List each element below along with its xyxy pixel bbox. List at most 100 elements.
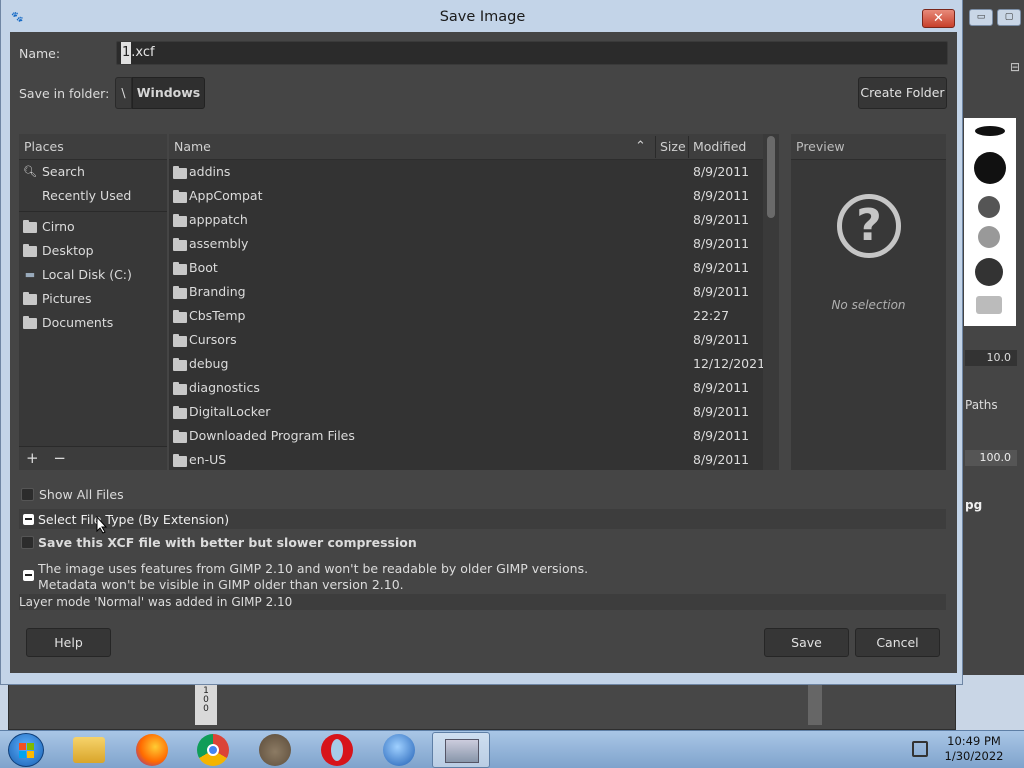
place-cirno[interactable]: Cirno	[19, 215, 167, 239]
collapse-icon[interactable]: ⊟	[1010, 60, 1020, 74]
place-search[interactable]: 🔍︎ Search	[19, 160, 167, 184]
brush-preview[interactable]	[978, 226, 1000, 248]
create-folder-button[interactable]: Create Folder	[858, 77, 947, 109]
file-name: debug	[189, 356, 229, 371]
place-desktop[interactable]: Desktop	[19, 239, 167, 263]
file-modified: 8/9/2011	[693, 164, 750, 179]
file-list-scrollbar[interactable]	[763, 134, 779, 470]
show-all-files-checkbox[interactable]	[21, 488, 34, 501]
file-row[interactable]: debug 12/12/2021	[169, 352, 765, 376]
file-modified: 8/9/2011	[693, 380, 750, 395]
file-name: CbsTemp	[189, 308, 246, 323]
maximize-icon[interactable]: ▢	[997, 9, 1021, 26]
tab-paths[interactable]: Paths	[965, 398, 998, 412]
chrome-icon[interactable]	[197, 734, 229, 766]
file-row[interactable]: AppCompat 8/9/2011	[169, 184, 763, 208]
file-row[interactable]: Cursors 8/9/2011	[169, 328, 763, 352]
compression-checkbox[interactable]	[21, 536, 34, 549]
vertical-ruler: 1 0 0	[195, 681, 217, 725]
dialog-title: Save Image	[439, 9, 526, 25]
file-name: AppCompat	[189, 188, 263, 203]
question-icon: ?	[837, 194, 901, 258]
file-row[interactable]: assembly 8/9/2011	[169, 232, 763, 256]
folder-icon	[173, 382, 187, 395]
file-modified: 8/9/2011	[693, 236, 750, 251]
file-row[interactable]: en-US 8/9/2011	[169, 448, 763, 472]
firefox-icon[interactable]	[136, 734, 168, 766]
column-modified[interactable]: Modified	[693, 134, 746, 159]
brush-preview[interactable]	[974, 152, 1006, 184]
clock[interactable]: 10:49 PM 1/30/2022	[936, 734, 1012, 764]
place-recently-used[interactable]: Recently Used	[19, 184, 167, 208]
file-row[interactable]: CbsTemp 22:27	[169, 304, 763, 328]
places-footer: + −	[19, 446, 167, 470]
save-button[interactable]: Save	[764, 628, 849, 657]
place-label: Pictures	[42, 291, 92, 306]
select-file-type-label[interactable]: Select File Type (By Extension)	[38, 512, 229, 527]
sort-ascending-icon[interactable]: ⌃	[635, 134, 646, 159]
file-modified: 8/9/2011	[693, 332, 750, 347]
opacity-spin[interactable]: 100.0	[965, 450, 1017, 466]
network-icon[interactable]	[912, 741, 928, 757]
place-pictures[interactable]: Pictures	[19, 287, 167, 311]
minimize-icon[interactable]: ▭	[969, 9, 993, 26]
filename-input[interactable]: 1.xcf	[116, 41, 948, 65]
opera-center	[331, 739, 343, 761]
file-name: Branding	[189, 284, 246, 299]
place-label: Cirno	[42, 219, 75, 234]
file-name: assembly	[189, 236, 249, 251]
path-root-button[interactable]: \	[115, 77, 132, 109]
file-explorer-icon[interactable]	[73, 737, 105, 763]
place-local-disk[interactable]: ▬ Local Disk (C:)	[19, 263, 167, 287]
brush-size-spin[interactable]: 10.0	[965, 350, 1017, 366]
recent-icon	[23, 190, 37, 202]
canvas-scrollbar[interactable]	[808, 681, 822, 725]
brush-palette[interactable]	[964, 118, 1016, 326]
file-row[interactable]: diagnostics 8/9/2011	[169, 376, 763, 400]
brush-preview[interactable]	[976, 296, 1002, 314]
file-row[interactable]: Branding 8/9/2011	[169, 280, 763, 304]
column-size[interactable]: Size	[660, 134, 686, 159]
cancel-button[interactable]: Cancel	[855, 628, 940, 657]
folder-icon	[23, 315, 37, 329]
background-gimp-window: ▭ ▢ ⊟ 10.0 Paths 100.0 pg	[955, 0, 1024, 730]
thunderbird-icon[interactable]	[383, 734, 415, 766]
name-label: Name:	[19, 46, 61, 61]
compression-label[interactable]: Save this XCF file with better but slowe…	[38, 535, 417, 550]
brush-preview[interactable]	[975, 258, 1003, 286]
collapse-icon[interactable]	[23, 570, 34, 581]
file-modified: 8/9/2011	[693, 284, 750, 299]
start-button[interactable]	[8, 733, 44, 767]
folder-icon	[173, 310, 187, 323]
path-windows-button[interactable]: Windows	[132, 77, 205, 109]
file-row[interactable]: Boot 8/9/2011	[169, 256, 763, 280]
layer-name[interactable]: pg	[965, 498, 982, 512]
collapse-icon[interactable]	[23, 514, 34, 525]
folder-icon	[173, 214, 187, 227]
opera-icon[interactable]	[321, 734, 353, 766]
gimp-window-taskbar-button[interactable]	[432, 732, 490, 768]
file-row[interactable]: Downloaded Program Files 8/9/2011	[169, 424, 763, 448]
file-row[interactable]: addins 8/9/2011	[169, 160, 763, 184]
show-all-files-label[interactable]: Show All Files	[39, 487, 124, 502]
column-divider	[655, 136, 656, 158]
add-bookmark-button[interactable]: +	[26, 449, 39, 467]
remove-bookmark-button[interactable]: −	[53, 449, 66, 467]
place-documents[interactable]: Documents	[19, 311, 167, 335]
brush-preview[interactable]	[975, 126, 1005, 136]
places-header: Places	[19, 134, 167, 160]
file-row[interactable]: DigitalLocker 8/9/2011	[169, 400, 763, 424]
column-name[interactable]: Name	[174, 134, 211, 159]
help-button[interactable]: Help	[26, 628, 111, 657]
brush-preview[interactable]	[978, 196, 1000, 218]
folder-icon	[173, 406, 187, 419]
compat-message-line2: Metadata won't be visible in GIMP older …	[38, 577, 404, 592]
title-bar[interactable]: 🐾 Save Image ✕	[1, 0, 964, 32]
scrollbar-thumb[interactable]	[767, 136, 775, 218]
close-button[interactable]: ✕	[922, 9, 955, 28]
folder-icon	[23, 291, 37, 305]
file-modified: 8/9/2011	[693, 428, 750, 443]
file-name: apppatch	[189, 212, 248, 227]
gimp-icon[interactable]	[259, 734, 291, 766]
file-row[interactable]: apppatch 8/9/2011	[169, 208, 763, 232]
